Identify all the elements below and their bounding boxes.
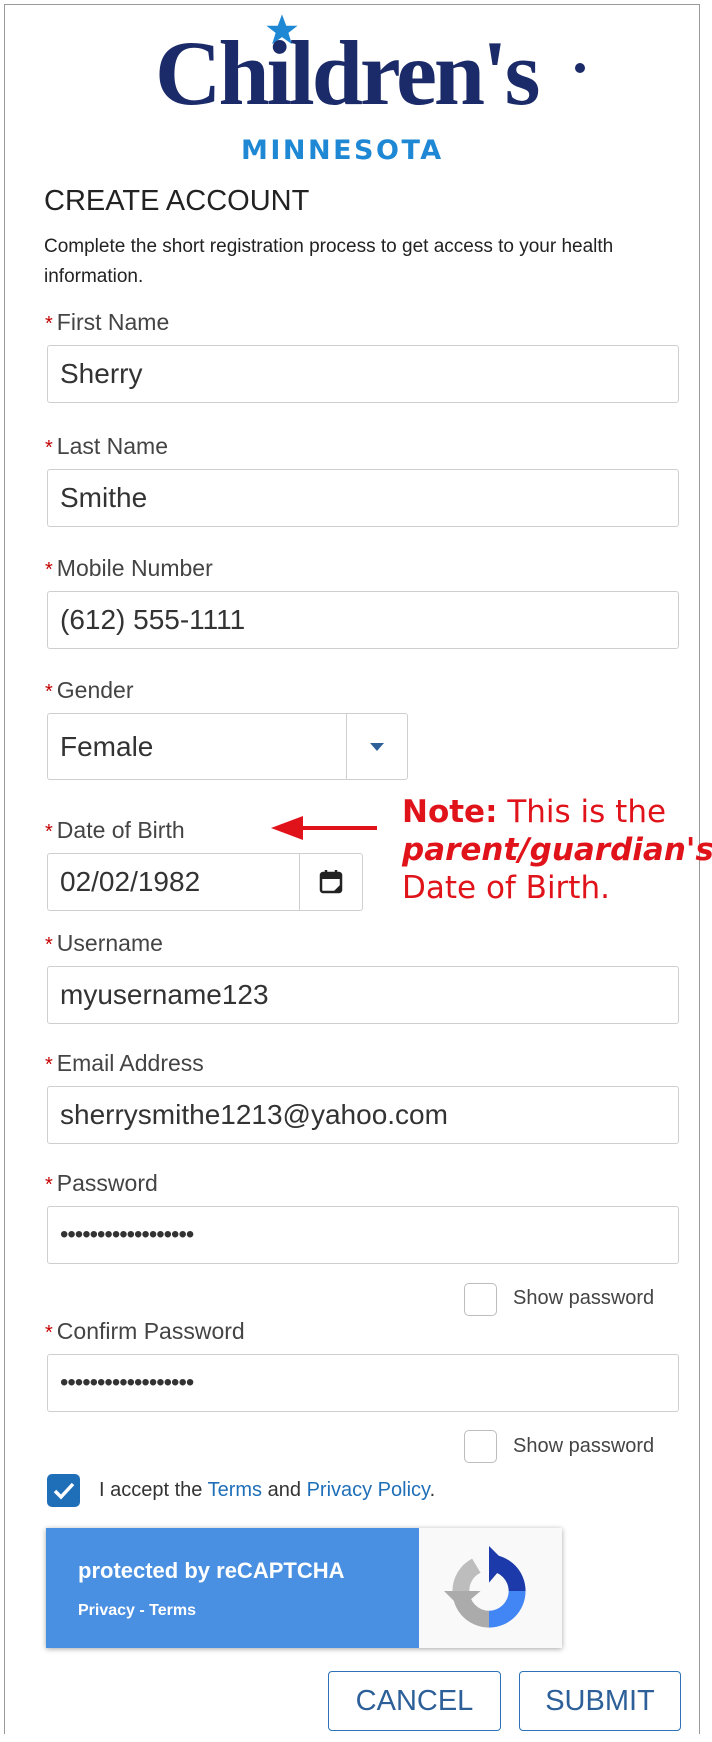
date-of-birth-label: * Date of Birth — [45, 817, 185, 843]
arrow-left-icon — [271, 816, 377, 840]
password-value: •••••••••••••••••• — [60, 1221, 194, 1248]
last-name-input[interactable]: Smithe — [47, 469, 679, 527]
username-value: myusername123 — [60, 979, 269, 1010]
email-label: * Email Address — [45, 1050, 204, 1076]
required-marker: * — [45, 437, 53, 459]
accept-terms-text: I accept the Terms and Privacy Policy. — [99, 1479, 436, 1501]
page-title: CREATE ACCOUNT — [44, 185, 310, 217]
required-marker: * — [45, 313, 53, 335]
password-label: * Password — [45, 1170, 158, 1196]
confirm-password-input[interactable]: •••••••••••••••••• — [47, 1354, 679, 1412]
privacy-policy-link[interactable]: Privacy Policy — [307, 1479, 430, 1501]
logo-subtitle: MINNESOTA — [241, 135, 444, 166]
required-marker: * — [45, 1322, 53, 1344]
recaptcha-panel: protected by reCAPTCHA Privacy - Terms — [46, 1528, 419, 1648]
last-name-value: Smithe — [60, 482, 148, 513]
date-of-birth-input[interactable]: 02/02/1982 — [47, 853, 363, 911]
submit-button[interactable]: SUBMIT — [519, 1671, 681, 1731]
required-marker: * — [45, 681, 53, 703]
show-confirm-password-checkbox[interactable] — [464, 1430, 497, 1463]
mobile-number-value: (612) 555-1111 — [60, 604, 246, 635]
recaptcha-badge: protected by reCAPTCHA Privacy - Terms — [46, 1528, 562, 1648]
accept-terms-checkbox[interactable] — [47, 1474, 80, 1507]
logo-wordmark: Children's — [155, 22, 540, 124]
mobile-number-input[interactable]: (612) 555-1111 — [47, 591, 679, 649]
recaptcha-title: protected by reCAPTCHA — [78, 1558, 345, 1583]
registration-form: Children's MINNESOTA CREATE ACCOUNT Comp… — [4, 4, 712, 1734]
recaptcha-privacy-link[interactable]: Privacy — [78, 1602, 135, 1619]
gender-label: * Gender — [45, 677, 134, 703]
required-marker: * — [45, 934, 53, 956]
chevron-down-icon — [370, 742, 384, 751]
note-emphasis: parent/guardian's — [402, 832, 712, 868]
username-label: * Username — [45, 930, 163, 956]
terms-link[interactable]: Terms — [208, 1479, 262, 1501]
calendar-icon — [319, 870, 343, 894]
recaptcha-links: Privacy - Terms — [78, 1602, 197, 1619]
required-marker: * — [45, 1054, 53, 1076]
email-value: sherrysmithe1213@yahoo.com — [60, 1099, 448, 1130]
first-name-value: Sherry — [60, 358, 143, 389]
checkmark-icon — [53, 1482, 74, 1500]
email-input[interactable]: sherrysmithe1213@yahoo.com — [47, 1086, 679, 1144]
show-confirm-password-label: Show password — [513, 1435, 655, 1457]
dropdown-toggle[interactable] — [346, 714, 407, 779]
confirm-password-label: * Confirm Password — [45, 1318, 245, 1344]
gender-value: Female — [60, 730, 154, 762]
cancel-button[interactable]: CANCEL — [328, 1671, 501, 1731]
required-marker: * — [45, 1174, 53, 1196]
dob-note: Note: This is the parent/guardian's Date… — [402, 793, 712, 907]
intro-text: Complete the short registration process … — [44, 236, 614, 287]
recaptcha-terms-link[interactable]: Terms — [149, 1602, 196, 1619]
required-marker: * — [45, 559, 53, 581]
note-text-1: This is the — [507, 794, 667, 830]
date-of-birth-value: 02/02/1982 — [60, 866, 201, 897]
first-name-input[interactable]: Sherry — [47, 345, 679, 403]
note-label: Note: — [402, 794, 498, 830]
registered-mark-icon — [575, 63, 585, 73]
note-text-2: Date of Birth. — [402, 870, 610, 906]
confirm-password-value: •••••••••••••••••• — [60, 1369, 194, 1396]
password-input[interactable]: •••••••••••••••••• — [47, 1206, 679, 1264]
gender-select[interactable]: Female — [47, 713, 408, 780]
recaptcha-logo-icon — [444, 1546, 526, 1628]
last-name-label: * Last Name — [45, 433, 169, 459]
username-input[interactable]: myusername123 — [47, 966, 679, 1024]
required-marker: * — [45, 821, 53, 843]
show-password-label: Show password — [513, 1287, 655, 1309]
calendar-button[interactable] — [299, 854, 362, 910]
mobile-number-label: * Mobile Number — [45, 555, 213, 581]
show-password-checkbox[interactable] — [464, 1283, 497, 1316]
first-name-label: * First Name — [45, 309, 170, 335]
